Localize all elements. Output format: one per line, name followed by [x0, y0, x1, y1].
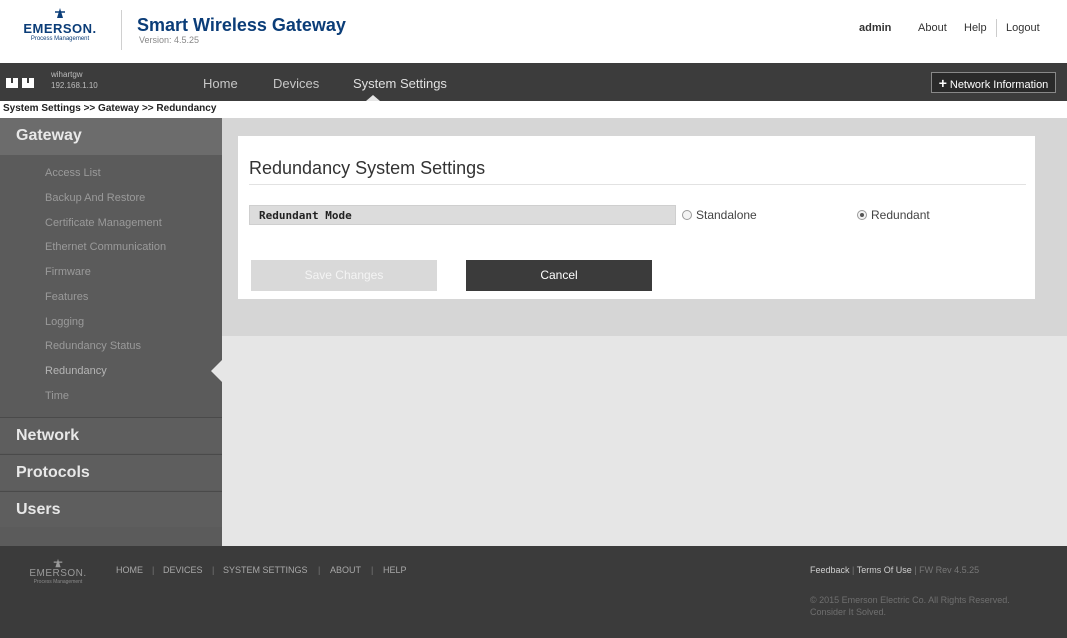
footer-link-help[interactable]: HELP [383, 565, 407, 575]
nav-system-settings[interactable]: System Settings [353, 76, 447, 91]
header-link-separator [996, 19, 997, 37]
sidebar-section-network[interactable]: Network [0, 417, 222, 453]
logout-link[interactable]: Logout [1006, 22, 1040, 34]
breadcrumb: System Settings >> Gateway >> Redundancy [3, 103, 217, 114]
footer-brand-subtitle: Process Management [33, 579, 83, 585]
about-link[interactable]: About [918, 22, 947, 34]
current-user: admin [859, 22, 892, 34]
sidebar-item-ethernet-communication[interactable]: Ethernet Communication [45, 241, 166, 253]
sidebar-item-backup-and-restore[interactable]: Backup And Restore [45, 192, 145, 204]
sidebar-section-protocols-label: Protocols [16, 464, 90, 481]
footer-meta: Feedback | Terms Of Use | FW Rev 4.5.25 [810, 565, 979, 575]
terms-of-use-link[interactable]: Terms Of Use [857, 565, 912, 575]
nav-devices[interactable]: Devices [273, 76, 319, 91]
sidebar-item-access-list[interactable]: Access List [45, 167, 101, 179]
emerson-logo[interactable]: EMERSON. Process Management [14, 6, 106, 50]
sidebar-section-network-label: Network [16, 427, 80, 444]
footer-separator: | [371, 565, 374, 575]
sidebar-item-firmware[interactable]: Firmware [45, 266, 91, 278]
sidebar-section-users[interactable]: Users [0, 491, 222, 527]
plus-icon: + [938, 75, 947, 91]
gateway-device-icon [6, 78, 34, 88]
emerson-mark-icon [55, 8, 65, 18]
page-title: Redundancy System Settings [249, 158, 486, 178]
brand-subtitle: Process Management [30, 36, 90, 42]
footer-separator: | [212, 565, 215, 575]
sidebar-section-protocols[interactable]: Protocols [0, 454, 222, 490]
footer-brand-name: EMERSON. [29, 568, 87, 579]
copyright-text: © 2015 Emerson Electric Co. All Rights R… [810, 595, 1010, 605]
title-divider [249, 184, 1026, 185]
main-nav-bar [0, 63, 1067, 101]
save-changes-button[interactable]: Save Changes [251, 260, 437, 291]
brand-name: EMERSON. [23, 21, 97, 36]
footer-separator: | [152, 565, 155, 575]
redundant-radio[interactable] [857, 210, 867, 220]
sidebar-item-logging[interactable]: Logging [45, 316, 84, 328]
help-link[interactable]: Help [964, 22, 987, 34]
sidebar-section-gateway[interactable]: Gateway [0, 118, 222, 155]
standalone-radio[interactable] [682, 210, 692, 220]
footer [0, 546, 1067, 638]
sidebar-active-indicator [211, 360, 222, 382]
sidebar-item-features[interactable]: Features [45, 291, 88, 303]
sidebar-item-time[interactable]: Time [45, 390, 69, 402]
footer-emerson-logo: EMERSON. Process Management [28, 557, 88, 597]
product-version: Version: 4.5.25 [139, 35, 200, 45]
network-information-button[interactable]: + Network Information [931, 72, 1056, 93]
network-information-label: Network Information [949, 79, 1049, 91]
header-divider [121, 10, 122, 50]
footer-link-system-settings[interactable]: SYSTEM SETTINGS [223, 565, 308, 575]
footer-separator: | [318, 565, 321, 575]
device-ip: 192.168.1.10 [51, 81, 98, 90]
firmware-revision: FW Rev 4.5.25 [919, 565, 980, 575]
device-name: wihartgw [51, 70, 83, 79]
tagline-text: Consider It Solved. [810, 607, 887, 617]
sidebar-item-certificate-management[interactable]: Certificate Management [45, 217, 162, 229]
feedback-link[interactable]: Feedback [810, 565, 850, 575]
standalone-radio-label[interactable]: Standalone [696, 208, 757, 222]
nav-home[interactable]: Home [203, 76, 238, 91]
sidebar-item-redundancy-status[interactable]: Redundancy Status [45, 340, 141, 352]
redundant-mode-label: Redundant Mode [259, 209, 352, 222]
footer-link-about[interactable]: ABOUT [330, 565, 361, 575]
sidebar-section-gateway-label: Gateway [16, 127, 82, 144]
cancel-button[interactable]: Cancel [466, 260, 652, 291]
product-title: Smart Wireless Gateway [137, 15, 346, 35]
sidebar-item-redundancy[interactable]: Redundancy [45, 365, 107, 377]
footer-link-devices[interactable]: DEVICES [163, 565, 203, 575]
sidebar-section-users-label: Users [16, 501, 61, 518]
redundant-radio-label[interactable]: Redundant [871, 208, 930, 222]
footer-link-home[interactable]: HOME [116, 565, 143, 575]
